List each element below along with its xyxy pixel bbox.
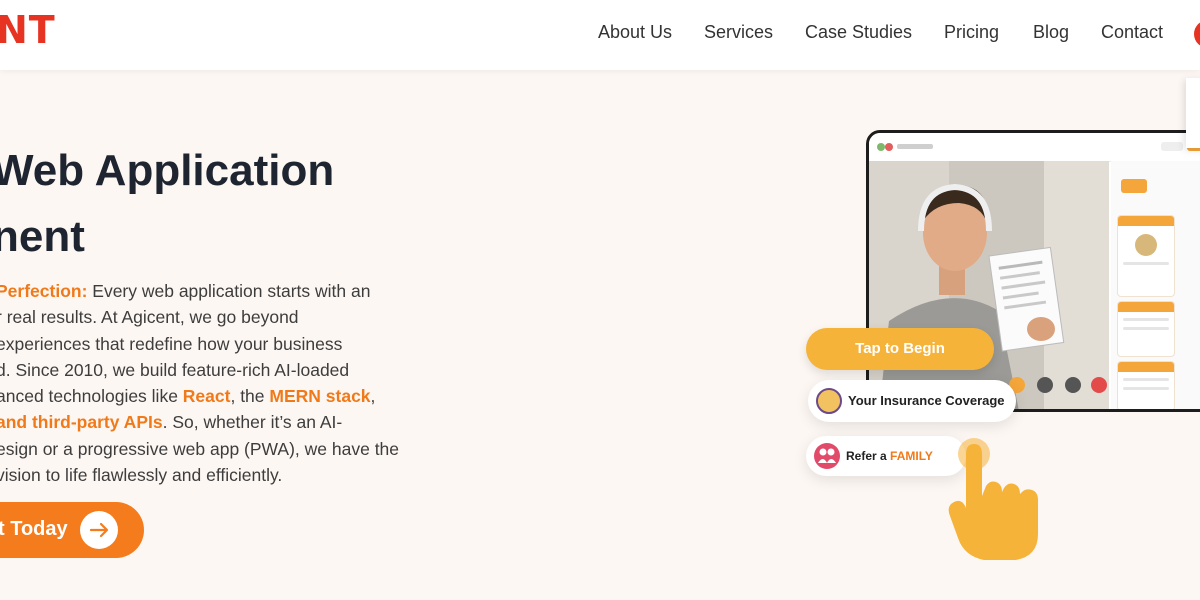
title-line: nent <box>0 212 85 261</box>
para-line: vision to life flawlessly and efficientl… <box>0 465 283 486</box>
family-icon <box>814 443 840 469</box>
cta-label: t Today <box>0 518 68 540</box>
para-text: . So, whether it’s an AI- <box>162 412 343 433</box>
arrow-right-icon <box>80 511 118 549</box>
para-line: experiences that redefine how your busin… <box>0 333 343 354</box>
link-react[interactable]: React <box>183 386 231 406</box>
para-line: anced technologies like React, the MERN … <box>0 383 436 409</box>
nav-contact[interactable]: Contact <box>1101 22 1163 43</box>
nav-case-studies[interactable]: Case Studies <box>805 22 912 43</box>
floating-card <box>1186 78 1200 148</box>
insurance-coverage-pill: Your Insurance Coverage <box>808 380 1016 422</box>
para-line: Perfection: Every web application starts… <box>0 278 436 304</box>
para-line: and third-party APIs. So, whether it’s a… <box>0 409 436 435</box>
refer-family-pill: Refer a FAMILY <box>806 436 966 476</box>
link-third-party-apis[interactable]: and third-party APIs <box>0 412 163 432</box>
tap-to-begin-label: Tap to Begin <box>855 340 945 357</box>
site-header: NT About Us Services Case Studies Pricin… <box>0 0 1200 70</box>
pointing-hand-icon <box>944 434 1044 569</box>
para-text: , <box>370 386 376 407</box>
mockup-topbar <box>869 133 1200 162</box>
title-line: Web Application <box>0 146 335 195</box>
nav-pricing[interactable]: Pricing <box>944 22 999 43</box>
para-text: Every web application starts with an <box>87 281 371 301</box>
header-action-button[interactable] <box>1194 20 1200 48</box>
para-line: r real results. At Agicent, we go beyond <box>0 307 299 328</box>
tap-to-begin-pill: Tap to Begin <box>806 328 994 370</box>
highlight-text: Perfection: <box>0 281 88 301</box>
page-title: Web Application nent <box>0 138 452 270</box>
nav-services[interactable]: Services <box>704 22 773 43</box>
hero-description: Perfection: Every web application starts… <box>0 278 436 488</box>
insurance-label: Your Insurance Coverage <box>848 393 1005 408</box>
logo[interactable]: NT <box>0 8 56 52</box>
nav-about-us[interactable]: About Us <box>598 22 672 43</box>
nav-blog[interactable]: Blog <box>1033 22 1069 43</box>
para-text: , the <box>230 386 270 407</box>
para-line: esign or a progressive web app (PWA), we… <box>0 438 400 459</box>
link-mern-stack[interactable]: MERN stack <box>269 386 370 406</box>
para-line: d. Since 2010, we build feature-rich AI-… <box>0 359 350 380</box>
video-call-image <box>869 161 1109 409</box>
para-text: anced technologies like <box>0 386 183 407</box>
mockup-side-panel <box>1111 161 1200 409</box>
cta-button[interactable]: t Today <box>0 502 144 558</box>
insurance-icon <box>816 388 842 414</box>
refer-family-label: Refer a FAMILY <box>846 449 933 463</box>
